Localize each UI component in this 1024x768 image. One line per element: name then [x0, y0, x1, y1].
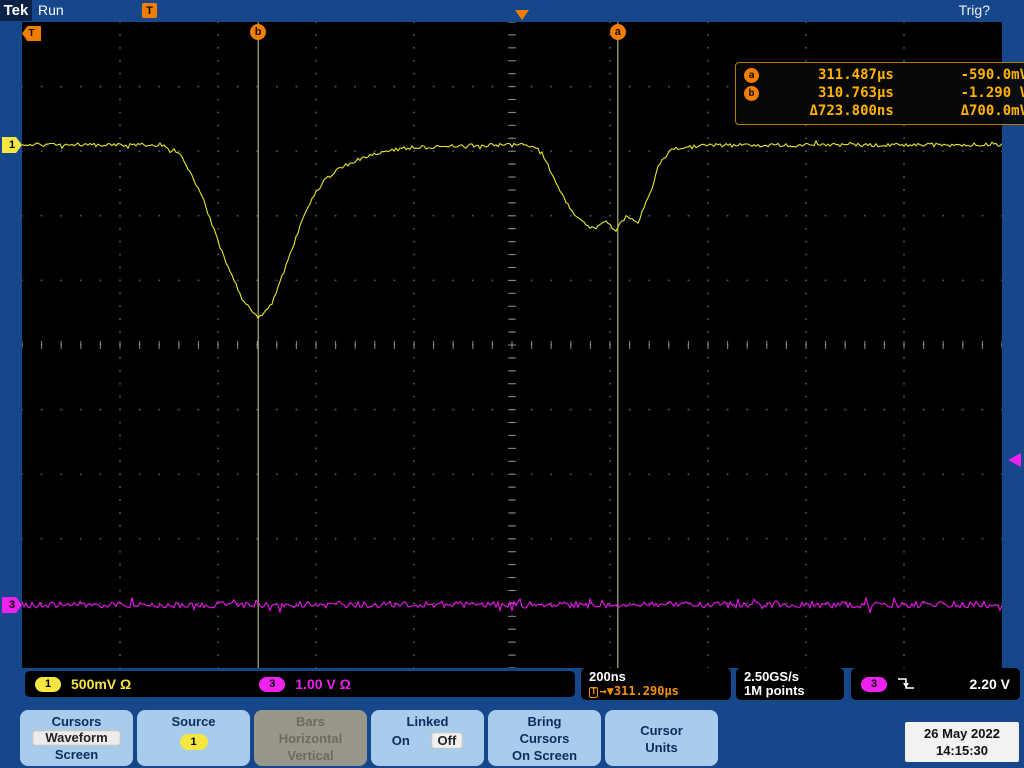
trigger-indicator-icon: T	[142, 3, 157, 18]
menu-linked-off[interactable]: Off	[431, 732, 464, 749]
cursor-a-value: -590.0mV	[894, 67, 1024, 83]
channel3-ground-marker[interactable]: 3	[2, 597, 22, 613]
cursor-delta-time: Δ723.800ns	[766, 103, 894, 119]
cursor-a-time: 311.487µs	[766, 67, 894, 83]
menu-source-channel-badge: 1	[180, 734, 208, 750]
sample-rate: 2.50GS/s	[744, 670, 836, 684]
date-value: 26 May 2022	[905, 725, 1019, 742]
time-value: 14:15:30	[905, 742, 1019, 759]
horizontal-readout: 200ns T→▼311.290µs	[581, 668, 731, 700]
menu-bars-line3: Vertical	[287, 748, 333, 763]
cursor-a-badge[interactable]: a	[610, 24, 626, 40]
menu-bring-cursors-button[interactable]: Bring Cursors On Screen	[488, 710, 601, 766]
menu-units-line2: Units	[645, 740, 678, 755]
vertical-scale-readout: 1 500mV Ω 3 1.00 V Ω	[25, 671, 575, 697]
top-bar: Tek Run T Trig?	[0, 0, 1024, 21]
trigger-source-badge: 3	[861, 677, 887, 692]
menu-source-title: Source	[171, 714, 215, 729]
menu-cursors-button[interactable]: Cursors Waveform Screen	[20, 710, 133, 766]
timebase-scale: 200ns	[589, 670, 723, 684]
trigger-level-marker[interactable]	[1008, 453, 1021, 467]
menu-linked-title: Linked	[407, 714, 449, 729]
readout-cursor-a-badge: a	[744, 68, 759, 83]
channel1-scale: 500mV Ω	[71, 676, 131, 692]
menu-bring-line2: Cursors	[520, 731, 570, 746]
trigger-level-value: 2.20 V	[970, 676, 1010, 692]
cursor-readout: a 311.487µs -590.0mV b 310.763µs -1.290 …	[735, 62, 1024, 125]
channel1-ground-marker[interactable]: 1	[2, 137, 22, 153]
menu-linked-button[interactable]: Linked On Off	[371, 710, 484, 766]
menu-cursors-other[interactable]: Screen	[55, 747, 98, 762]
acquisition-status: Run	[38, 2, 64, 18]
channel1-badge: 1	[35, 677, 61, 692]
menu-source-button[interactable]: Source 1	[137, 710, 250, 766]
trigger-status: Trig?	[959, 2, 990, 18]
delay-value: →▼311.290µs	[599, 684, 678, 698]
cursor-delta-value: Δ700.0mV	[894, 103, 1024, 119]
graticule: T b a a 311.487µs -590.0mV b 310.763µs -…	[22, 22, 1002, 668]
channel3-scale: 1.00 V Ω	[295, 676, 351, 692]
menu-cursor-units-button[interactable]: Cursor Units	[605, 710, 718, 766]
menu-bars-line1: Bars	[296, 714, 325, 729]
readout-cursor-b-badge: b	[744, 86, 759, 101]
menu-bring-line3: On Screen	[512, 748, 577, 763]
record-length: 1M points	[744, 684, 836, 698]
cursor-b-value: -1.290 V	[894, 85, 1024, 101]
falling-edge-icon	[897, 676, 915, 692]
menu-cursors-selected[interactable]: Waveform	[32, 730, 121, 746]
menu-bring-line1: Bring	[528, 714, 562, 729]
delay-t-icon: T	[589, 687, 598, 698]
menu-linked-on[interactable]: On	[392, 732, 410, 749]
acquisition-readout: 2.50GS/s 1M points	[736, 668, 844, 700]
menu-units-line1: Cursor	[640, 723, 683, 738]
trigger-delay-readout: T→▼311.290µs	[589, 684, 723, 698]
cursor-b-time: 310.763µs	[766, 85, 894, 101]
channel3-badge: 3	[259, 677, 285, 692]
trigger-position-marker[interactable]	[515, 10, 529, 20]
menu-bars-line2: Horizontal	[279, 731, 343, 746]
menu-bars-button: Bars Horizontal Vertical	[254, 710, 367, 766]
menu-cursors-title: Cursors	[52, 714, 102, 729]
tek-logo: Tek	[0, 0, 32, 21]
datetime-display: 26 May 2022 14:15:30	[905, 722, 1019, 762]
trigger-readout: 3 2.20 V	[851, 668, 1020, 700]
